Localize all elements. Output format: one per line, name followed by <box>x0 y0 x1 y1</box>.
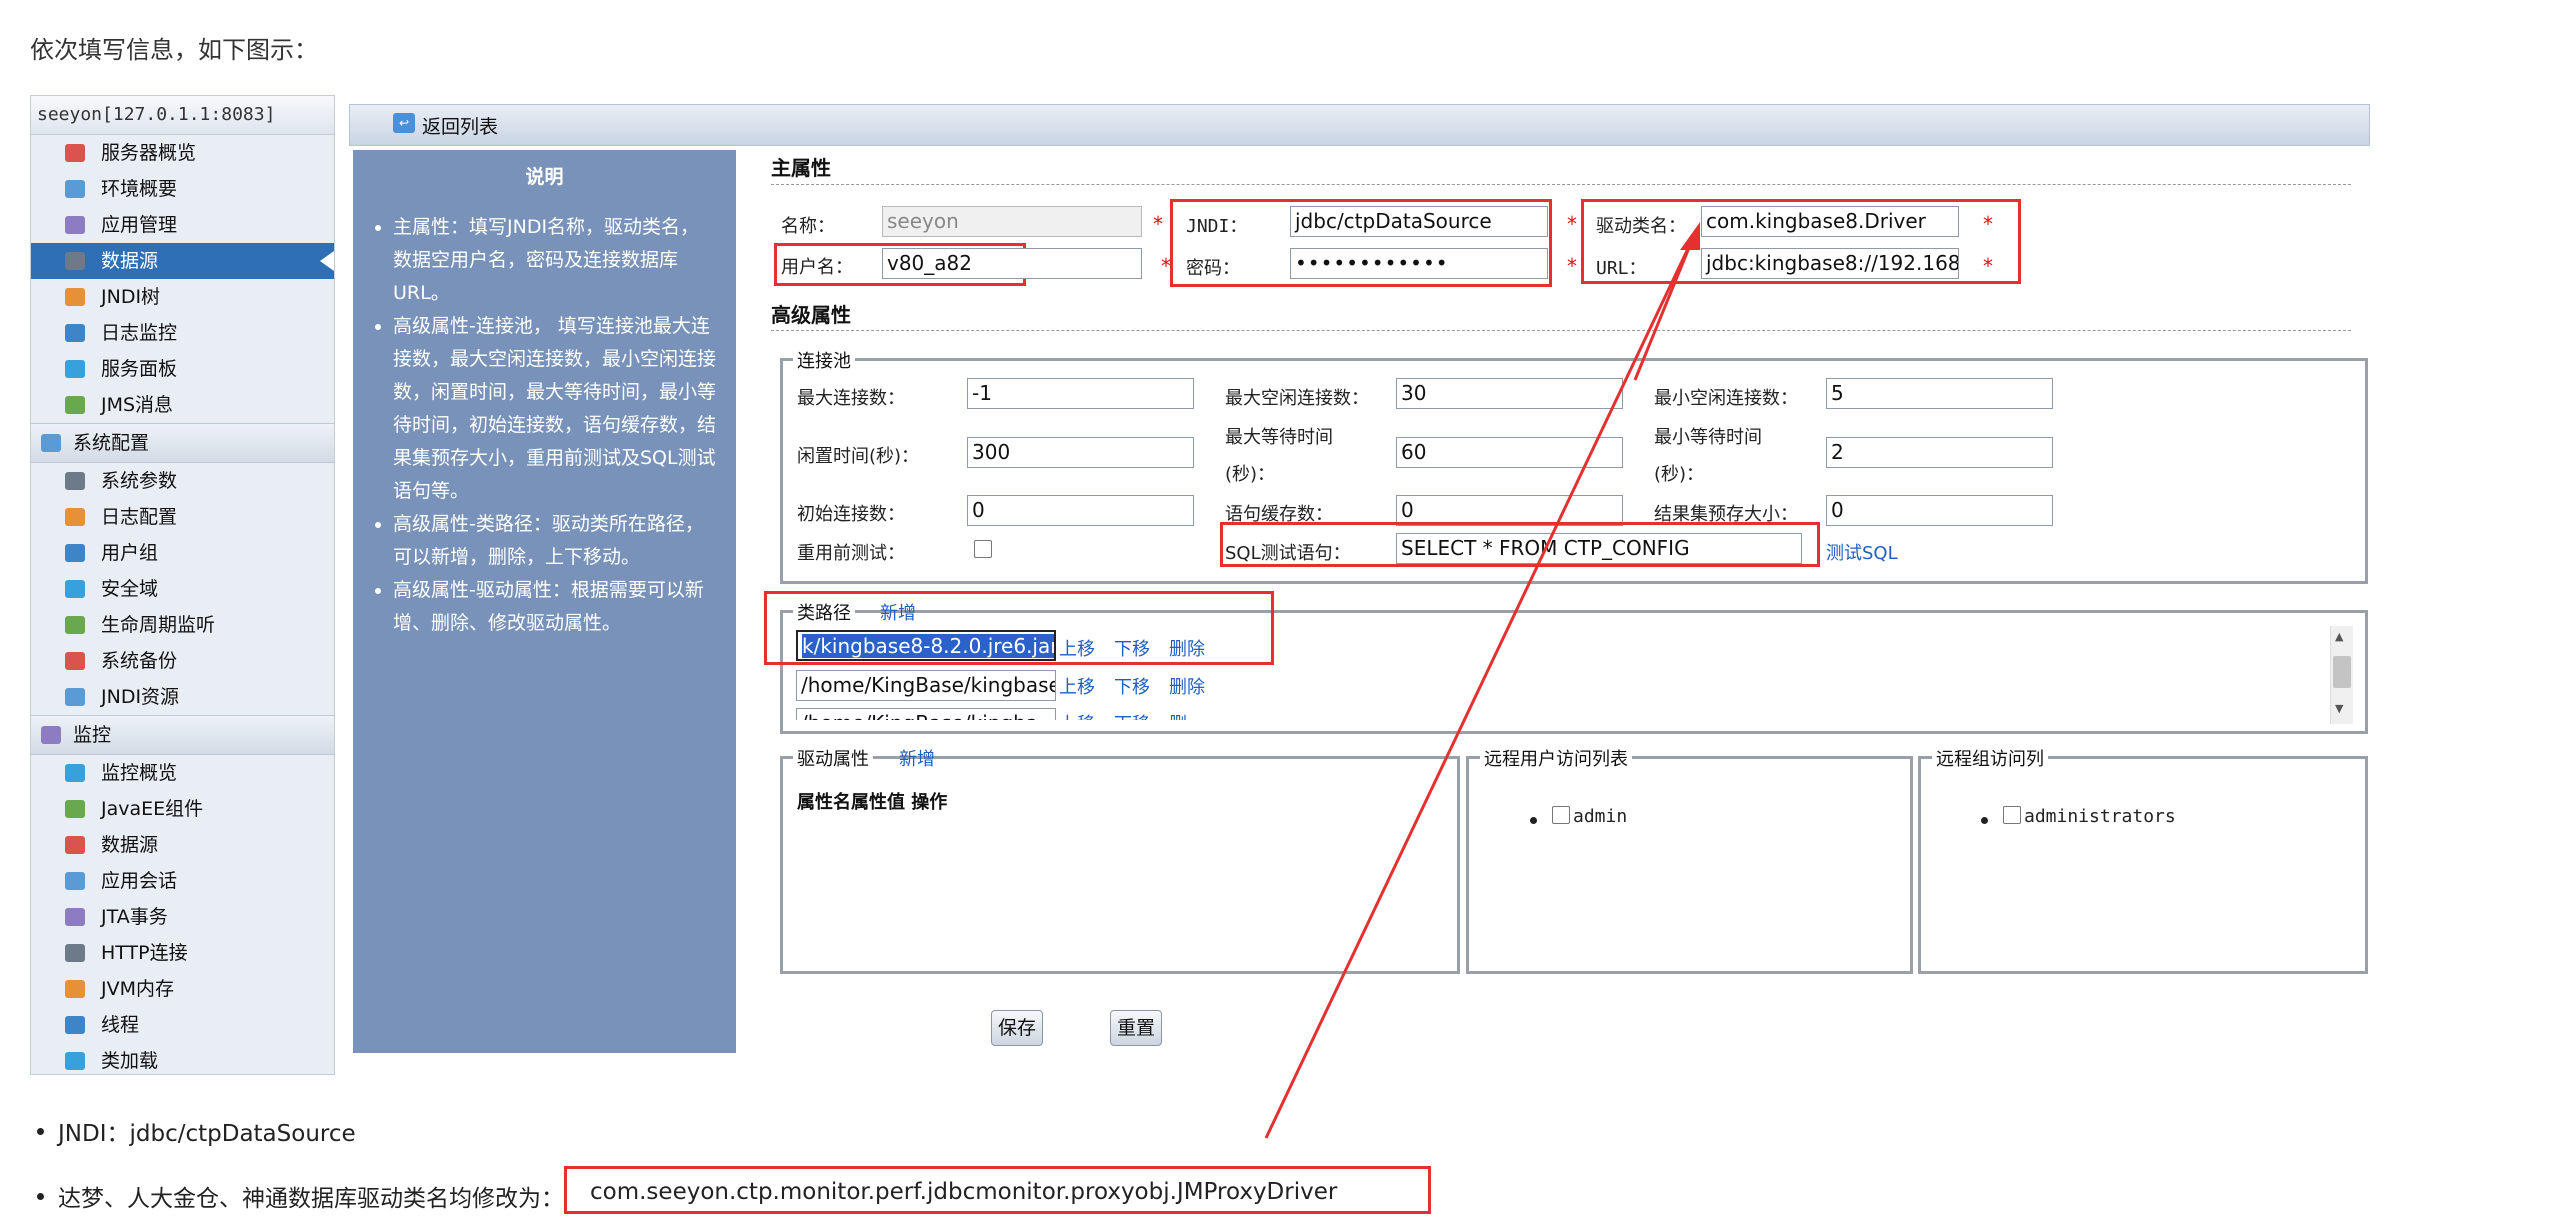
arrow-head-icon <box>1680 222 1700 250</box>
annotation-arrow-line <box>1264 237 1695 1139</box>
list-bullet <box>37 1128 44 1135</box>
note-proxy-driver: com.seeyon.ctp.monitor.perf.jdbcmonitor.… <box>590 1179 1338 1205</box>
list-bullet <box>37 1193 44 1200</box>
note-jndi: JNDI：jdbc/ctpDataSource <box>58 1121 356 1147</box>
annotation-arrows <box>1264 222 1700 1139</box>
note-driver-change: 达梦、人大金仓、神通数据库驱动类名均修改为： <box>58 1186 564 1212</box>
annotation-arrow-line <box>1633 237 1695 381</box>
